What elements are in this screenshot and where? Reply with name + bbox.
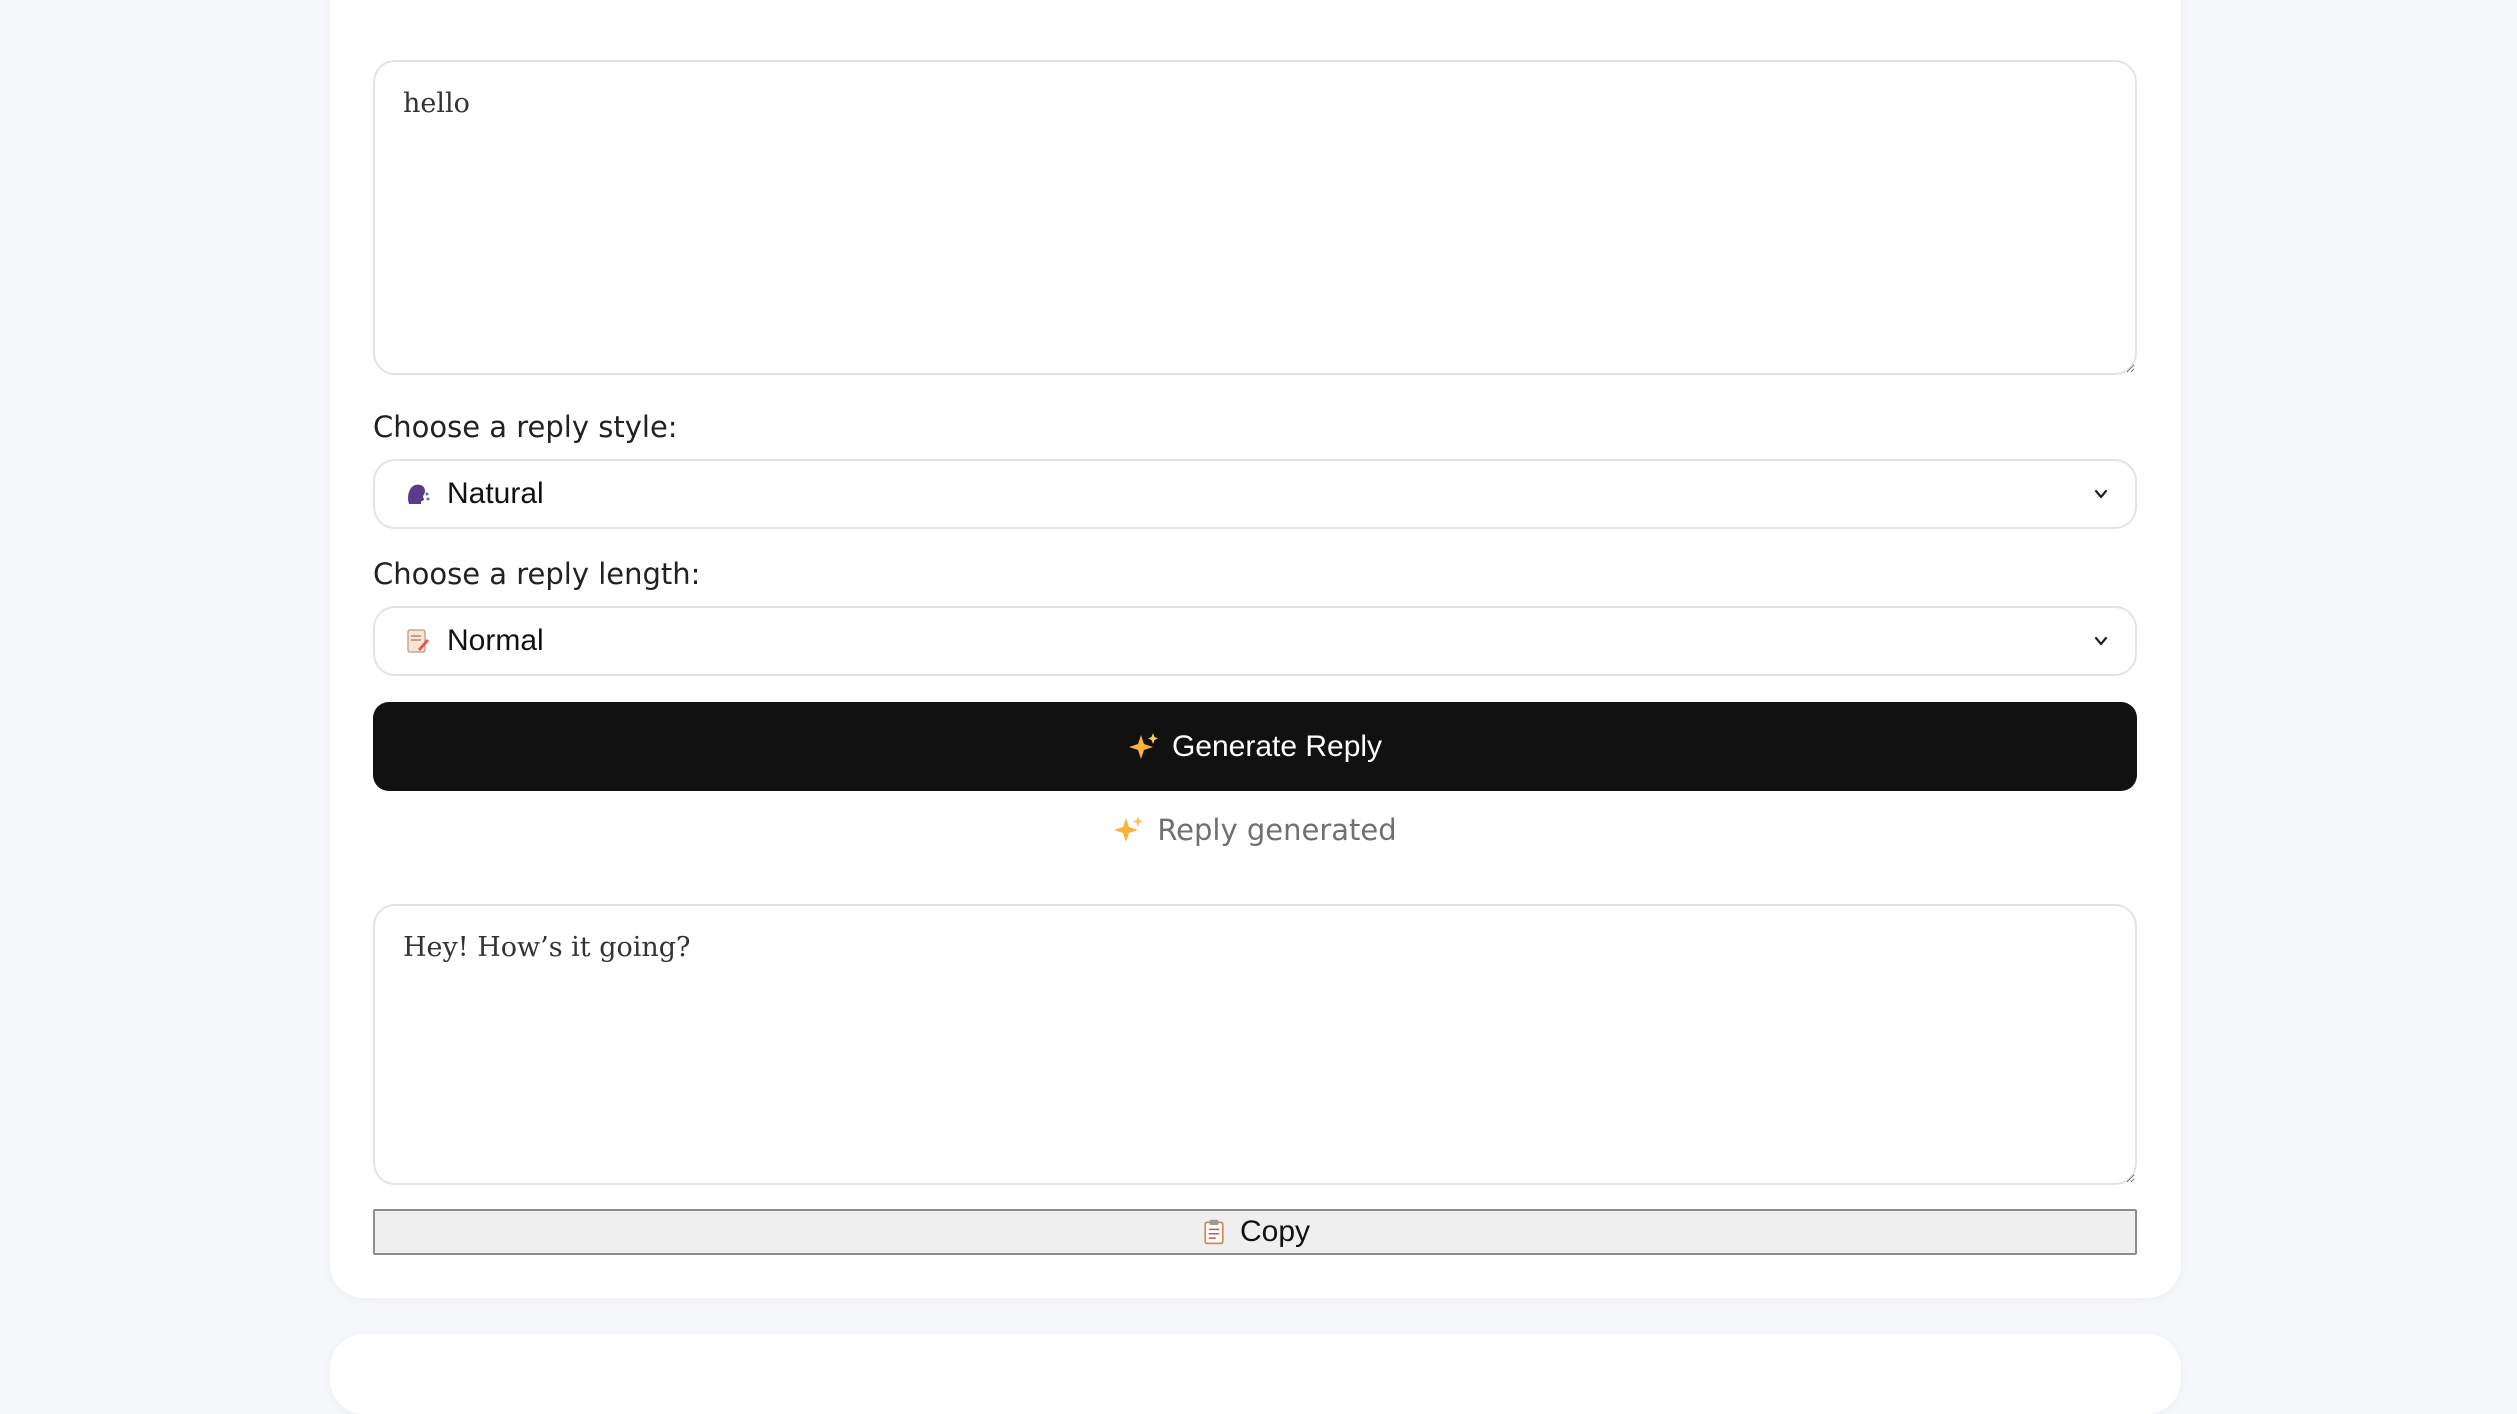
copy-button-label: Copy <box>1239 1215 1311 1248</box>
generate-reply-label: Generate Reply <box>1171 729 1383 763</box>
reply-length-selected: Normal <box>447 624 544 657</box>
memo-icon <box>401 625 433 657</box>
reply-length-label: Choose a reply length: <box>373 557 701 591</box>
speaking-head-icon <box>401 478 433 510</box>
generate-reply-button[interactable]: Generate Reply <box>373 702 2137 791</box>
status-text: Reply generated <box>1157 813 1397 847</box>
reply-length-select[interactable]: Normal <box>373 606 2137 676</box>
clipboard-icon <box>1204 1219 1224 1245</box>
chevron-down-icon <box>2094 636 2108 646</box>
status-message: Reply generated <box>373 813 2137 847</box>
copy-button[interactable]: Copy <box>373 1209 2137 1255</box>
message-input[interactable]: hello <box>373 60 2137 375</box>
next-card <box>330 1334 2181 1414</box>
chevron-down-icon <box>2094 489 2108 499</box>
generated-reply-output[interactable]: Hey! How’s it going? <box>373 904 2137 1185</box>
sparkles-icon <box>1128 732 1158 759</box>
reply-style-label: Choose a reply style: <box>373 410 678 444</box>
sparkles-icon <box>1114 816 1144 842</box>
reply-style-selected: Natural <box>447 477 544 510</box>
reply-style-select[interactable]: Natural <box>373 459 2137 529</box>
